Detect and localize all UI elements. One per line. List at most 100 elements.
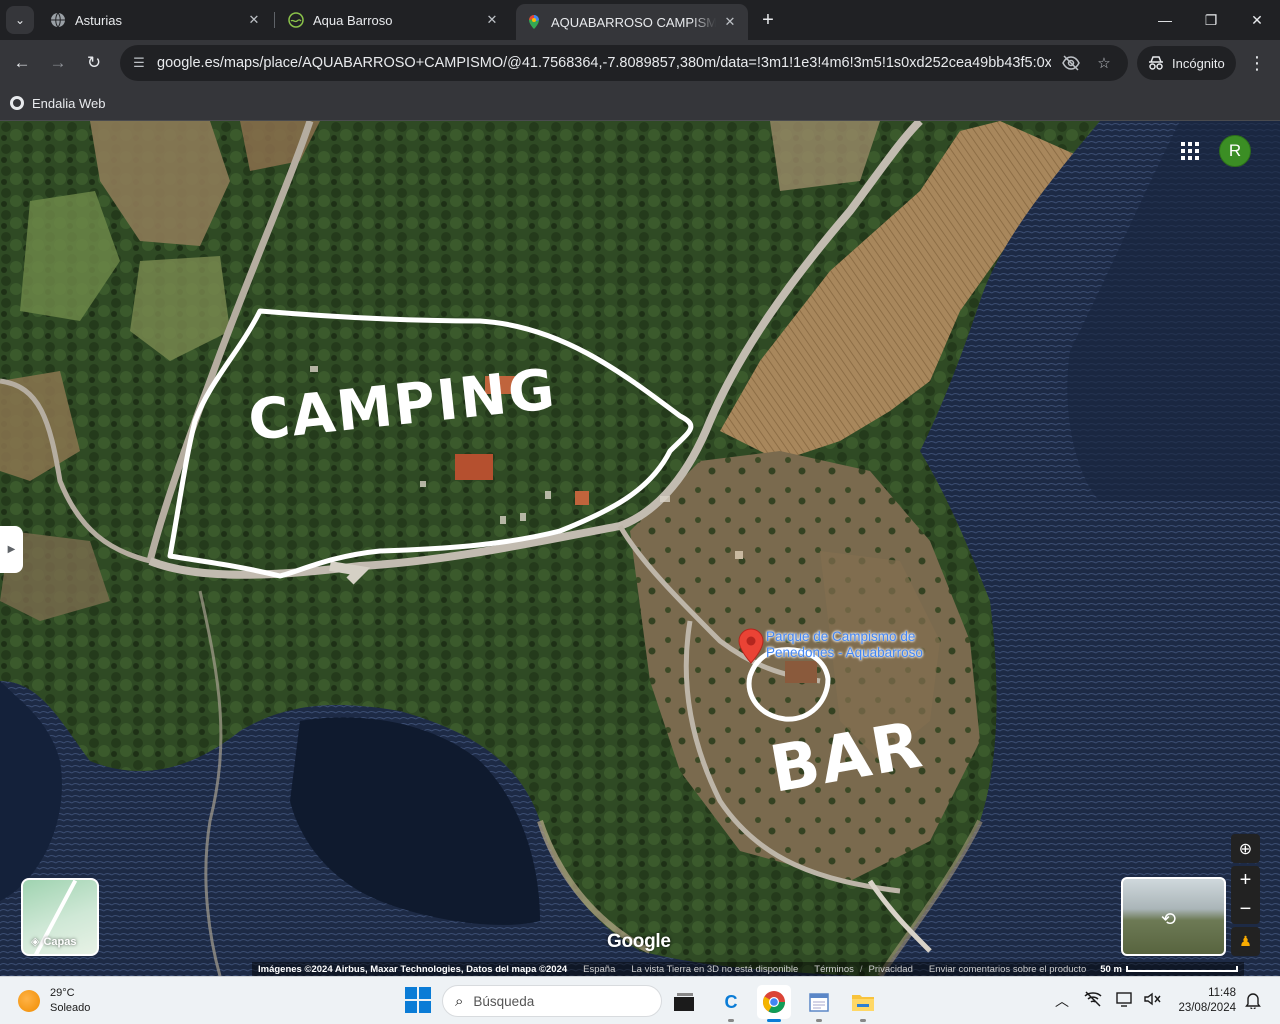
arrow-right-icon: →	[49, 53, 67, 72]
zoom-in-button[interactable]: +	[1231, 866, 1260, 895]
plus-icon: +	[1239, 869, 1252, 891]
restore-icon: ❐	[1204, 11, 1218, 28]
rotate-360-icon: ⟲	[1161, 909, 1177, 929]
incognito-indicator[interactable]: Incógnito	[1137, 46, 1236, 80]
clock-time: 11:48	[1208, 987, 1236, 999]
chevron-down-icon: ⌄	[14, 13, 26, 27]
system-clock[interactable]: 11:48 23/08/2024	[1166, 986, 1236, 1016]
weather-widget[interactable]: 29°C Soleado	[18, 985, 90, 1017]
tab-search-button[interactable]: ⌄	[6, 6, 34, 34]
start-button[interactable]	[405, 987, 431, 1013]
imagery-attribution: Imágenes ©2024 Airbus, Maxar Technologie…	[258, 963, 568, 975]
folder-icon	[852, 995, 874, 1011]
tab-aqua-barroso[interactable]: Aqua Barroso ✕	[278, 4, 510, 36]
notifications-icon[interactable]	[1245, 991, 1261, 1012]
taskbar-search[interactable]: ⌕ Búsqueda	[442, 985, 662, 1017]
close-icon[interactable]: ✕	[722, 14, 738, 30]
endalia-icon	[10, 96, 24, 110]
url-text[interactable]: google.es/maps/place/AQUABARROSO+CAMPISM…	[157, 55, 1051, 71]
back-button[interactable]: ←	[8, 49, 36, 77]
tab-asturias[interactable]: Asturias ✕	[40, 4, 272, 36]
new-tab-button[interactable]: +	[756, 8, 780, 32]
privacy-link[interactable]: Privacidad	[869, 964, 913, 975]
side-panel-toggle[interactable]: ▶	[0, 526, 23, 573]
tab-google-maps[interactable]: AQUABARROSO CAMPISMO - Google Maps ✕	[516, 4, 748, 40]
chevron-up-icon: ︿	[1055, 993, 1069, 1009]
forward-button[interactable]: →	[44, 49, 72, 77]
site-info-icon[interactable]: ☰	[128, 52, 150, 74]
aqua-logo-icon	[288, 12, 304, 28]
layers-icon: ◈	[31, 936, 40, 948]
bookmark-label: Endalia Web	[32, 95, 106, 111]
place-label[interactable]: Parque de Campismo de Penedones - Aquaba…	[766, 629, 946, 661]
restore-button[interactable]: ❐	[1188, 0, 1234, 40]
google-apps-button[interactable]	[1178, 139, 1202, 163]
search-placeholder: Búsqueda	[473, 993, 535, 1009]
taskbar-app-c[interactable]: C	[714, 985, 748, 1022]
task-view-icon	[674, 993, 694, 1011]
tab-title: Aqua Barroso	[313, 12, 393, 28]
c-app-icon: C	[724, 991, 738, 1012]
pegman-street-view-button[interactable]: ♟	[1231, 927, 1260, 956]
browser-menu-button[interactable]: ⋮	[1246, 51, 1268, 75]
taskbar-app-task-view[interactable]	[667, 985, 701, 1019]
show-hidden-icons-button[interactable]: ︿	[1055, 991, 1069, 1011]
apps-grid-icon	[1181, 142, 1199, 160]
incognito-icon	[1149, 56, 1163, 70]
clock-date: 23/08/2024	[1178, 1002, 1236, 1014]
tab-title: Asturias	[75, 12, 122, 28]
taskbar-app-notepad[interactable]	[802, 985, 836, 1022]
account-avatar[interactable]: R	[1219, 135, 1251, 167]
terms-link[interactable]: Términos	[814, 964, 854, 975]
minimize-button[interactable]: —	[1142, 0, 1188, 40]
reload-button[interactable]: ↻	[80, 49, 108, 77]
satellite-map[interactable]: CAMPING BAR Parque de Campismo de Penedo…	[0, 121, 1280, 976]
satellite-imagery	[0, 121, 1280, 976]
arrow-left-icon: ←	[13, 53, 31, 72]
star-icon[interactable]: ☆	[1093, 52, 1115, 74]
weather-temperature: 29°C	[50, 987, 75, 999]
chrome-icon	[763, 991, 785, 1013]
reload-icon: ↻	[86, 53, 102, 72]
minimize-icon: —	[1158, 12, 1172, 28]
no-3d-notice: La vista Tierra en 3D no está disponible	[631, 963, 799, 975]
taskbar-app-file-explorer[interactable]	[846, 985, 880, 1022]
windows-logo-icon	[405, 987, 417, 999]
layers-label: Capas	[43, 935, 77, 948]
map-attribution-bar: Imágenes ©2024 Airbus, Maxar Technologie…	[252, 962, 1244, 976]
street-view-thumbnail[interactable]: ⟲	[1121, 877, 1226, 956]
layers-button[interactable]: ◈ Capas	[21, 878, 99, 956]
my-location-button[interactable]: ⊕	[1231, 834, 1260, 863]
taskbar-app-chrome[interactable]	[757, 985, 791, 1022]
browser-toolbar: ← → ↻ ☰ google.es/maps/place/AQUABARROSO…	[0, 40, 1280, 86]
close-window-button[interactable]: ✕	[1234, 0, 1280, 40]
incognito-label: Incógnito	[1172, 55, 1225, 71]
address-bar[interactable]: ☰ google.es/maps/place/AQUABARROSO+CAMPI…	[120, 45, 1128, 81]
zoom-controls: + −	[1231, 866, 1260, 924]
network-offline-icon[interactable]	[1084, 991, 1102, 1010]
close-icon[interactable]: ✕	[484, 12, 500, 28]
globe-icon	[51, 12, 65, 28]
zoom-out-button[interactable]: −	[1231, 895, 1260, 924]
tab-strip: ⌄ Asturias ✕ Aqua Barroso ✕ AQUABARROSO …	[0, 0, 1280, 40]
display-icon[interactable]	[1116, 991, 1134, 1010]
chevron-right-icon: ▶	[7, 544, 16, 555]
volume-muted-icon[interactable]	[1143, 991, 1161, 1010]
minus-icon: −	[1239, 898, 1252, 920]
tab-separator	[274, 12, 275, 28]
close-icon[interactable]: ✕	[246, 12, 262, 28]
search-icon: ⌕	[455, 992, 464, 1010]
scale-bar[interactable]: 50 m	[1100, 964, 1238, 975]
weather-description: Soleado	[50, 1002, 91, 1014]
plus-icon: +	[762, 8, 774, 31]
google-maps-pin-icon	[529, 15, 539, 29]
country-link[interactable]: España	[583, 964, 615, 975]
scale-label: 50 m	[1100, 963, 1122, 975]
windows-taskbar: 29°C Soleado ⌕ Búsqueda C ︿ 11:48 23/08/…	[0, 976, 1280, 1024]
more-vert-icon: ⋮	[1248, 52, 1266, 73]
feedback-link[interactable]: Enviar comentarios sobre el producto	[929, 964, 1086, 975]
pegman-icon: ♟	[1239, 933, 1252, 949]
eye-slash-icon[interactable]	[1060, 52, 1082, 74]
bookmark-endalia-web[interactable]: Endalia Web	[10, 92, 105, 114]
bookmarks-bar: Endalia Web	[0, 86, 1280, 121]
